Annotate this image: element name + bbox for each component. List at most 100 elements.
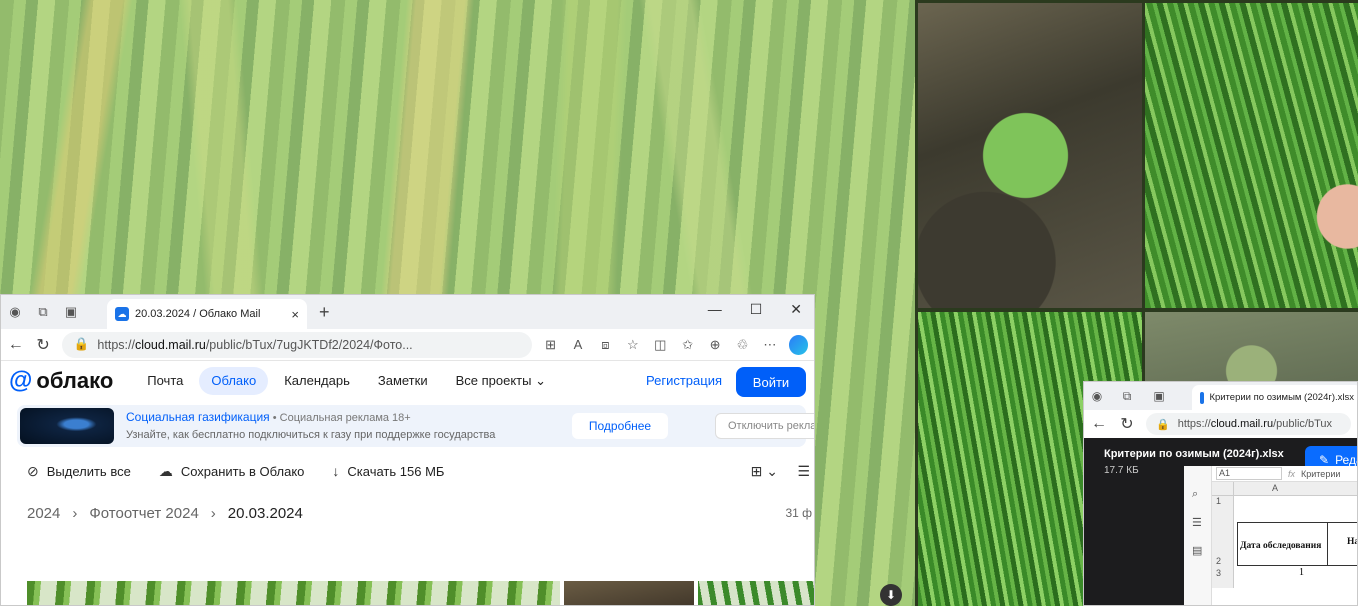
read-aloud-icon[interactable]: A: [569, 337, 586, 352]
tab-actions-icon[interactable]: ▣: [57, 298, 85, 326]
profile-avatar-icon[interactable]: ◉: [1084, 383, 1110, 409]
back-button[interactable]: ←: [7, 336, 24, 354]
file-size: 17.7 КБ: [1104, 465, 1139, 476]
minimize-button[interactable]: —: [708, 301, 722, 318]
lock-icon: 🔒: [1156, 418, 1170, 431]
cloud-upload-icon: ☁: [158, 462, 173, 479]
url-path: /public/bTux/7ugJKTDf2/2024/Фото...: [205, 337, 413, 352]
breadcrumb-current: 20.03.2024: [227, 504, 303, 522]
grid-view-icon[interactable]: ⊞ ⌄: [751, 463, 778, 480]
reload-button-2[interactable]: ↻: [1118, 414, 1136, 434]
thumbnail-strip: [27, 581, 814, 605]
ad-disable-button[interactable]: Отключить рекламу: [715, 413, 814, 439]
login-button[interactable]: Войти: [736, 367, 806, 397]
cloud-favicon-icon: [1200, 391, 1205, 404]
cloud-logo[interactable]: @ облако: [9, 367, 113, 395]
row-header-1[interactable]: 1: [1212, 496, 1234, 508]
save-to-cloud-button[interactable]: ☁ Сохранить в Облако: [159, 463, 305, 480]
ad-description: Узнайте, как бесплатно подключиться к га…: [126, 428, 496, 441]
favorite-star-icon[interactable]: ☆: [624, 337, 641, 353]
formula-bar: A1 fx Критерии: [1212, 466, 1357, 482]
site-nav: Почта Облако Календарь Заметки Все проек…: [135, 367, 558, 395]
file-count: 31 ф: [785, 506, 812, 520]
nav-cloud[interactable]: Облако: [199, 367, 269, 395]
download-all-button[interactable]: ↓ Скачать 156 МБ: [332, 463, 444, 479]
tab-spreadsheet[interactable]: Критерии по озимым (2024г).xlsx: [1192, 385, 1357, 410]
download-icon[interactable]: ⬇: [880, 584, 902, 606]
workspaces-icon[interactable]: ⧉: [1110, 389, 1144, 404]
copilot-icon[interactable]: [788, 334, 808, 355]
search-icon[interactable]: ⌕: [1192, 488, 1198, 501]
extensions-icon[interactable]: ♲: [734, 337, 751, 353]
cell-b2-text: На: [1347, 537, 1358, 547]
url-host-2: cloud.mail.ru: [1210, 418, 1274, 430]
nav-mail[interactable]: Почта: [135, 367, 195, 395]
spreadsheet-preview: ⌕ ☰ ▤ A1 fx Критерии A 1 2 3 Дата обслед…: [1184, 466, 1357, 605]
url-input-2[interactable]: 🔒 https://cloud.mail.ru/public/bTux: [1146, 413, 1351, 435]
fx-icon: fx: [1288, 468, 1296, 479]
nav-notes[interactable]: Заметки: [366, 367, 440, 395]
action-toolbar: ⊘ Выделить все ☁ Сохранить в Облако ↓ Скача…: [1, 451, 814, 491]
thumbnail-3[interactable]: [698, 581, 814, 605]
thumbnail-2[interactable]: [564, 581, 694, 605]
select-all-corner[interactable]: [1212, 482, 1234, 496]
tab-bar: ◉ ⧉ ▣ ☁ 20.03.2024 / Облако Mail × + — ☐…: [1, 295, 814, 329]
logo-text: облако: [36, 368, 114, 393]
chevron-right-icon: ›: [72, 504, 78, 522]
formula-value[interactable]: Критерии: [1301, 469, 1340, 479]
collections-icon[interactable]: ⊕: [706, 337, 723, 353]
comment-icon[interactable]: ☰: [1192, 516, 1202, 529]
favorites-icon[interactable]: ✩: [679, 337, 696, 353]
url-input[interactable]: 🔒 https://cloud.mail.ru/public/bTux/7ugJ…: [61, 331, 532, 358]
breadcrumb-photo-report[interactable]: Фотоотчет 2024: [89, 505, 198, 522]
ad-more-button[interactable]: Подробнее: [572, 413, 668, 439]
browser-window-main: ◉ ⧉ ▣ ☁ 20.03.2024 / Облако Mail × + — ☐…: [0, 294, 815, 606]
thumbnail-1[interactable]: [27, 581, 560, 605]
workspaces-icon[interactable]: ⧉: [29, 298, 57, 326]
download-arrow-icon: ↓: [332, 463, 340, 479]
logo-at: @: [9, 367, 33, 394]
more-menu-icon[interactable]: ⋯: [761, 337, 778, 353]
app-available-icon[interactable]: ⧈: [597, 337, 614, 353]
row-header-2[interactable]: 2: [1212, 508, 1234, 568]
profile-avatar-icon[interactable]: ◉: [1, 298, 29, 326]
nav-calendar[interactable]: Календарь: [272, 367, 362, 395]
cell-a2-text: Дата обследования: [1240, 541, 1322, 551]
row-label-2: 2: [1216, 556, 1222, 566]
immersive-reader-icon[interactable]: ⊞: [542, 337, 559, 353]
file-name: Критерии по озимым (2024г).xlsx: [1104, 448, 1284, 460]
photo-tile-grass-hand[interactable]: [1145, 3, 1358, 308]
register-link[interactable]: Регистрация: [646, 373, 722, 388]
new-tab-button[interactable]: +: [319, 302, 330, 323]
maximize-button[interactable]: ☐: [750, 301, 763, 318]
chevron-right-icon: ›: [210, 504, 216, 522]
tab-actions-icon[interactable]: ▣: [1144, 389, 1174, 403]
cell-a3-text: 1: [1299, 567, 1304, 578]
address-bar-row: ← ↻ 🔒 https://cloud.mail.ru/public/bTux/…: [1, 329, 814, 361]
split-screen-icon[interactable]: ◫: [652, 337, 669, 353]
row-label-3: 3: [1216, 568, 1222, 578]
reload-button[interactable]: ↻: [34, 335, 51, 355]
url-prefix-2: https://: [1177, 418, 1211, 430]
row-header-3[interactable]: 3: [1212, 568, 1234, 588]
tab-title: 20.03.2024 / Облако Mail: [135, 308, 261, 320]
sort-icon[interactable]: ☰: [797, 463, 810, 480]
column-a-header[interactable]: A: [1272, 483, 1278, 493]
tab-cloud-mail[interactable]: ☁ 20.03.2024 / Облако Mail ×: [107, 299, 307, 329]
tab-close-icon[interactable]: ×: [291, 307, 299, 322]
breadcrumb: 2024 › Фотоотчет 2024 › 20.03.2024 31 ф: [1, 491, 814, 535]
tab-title-2: Критерии по озимым (2024г).xlsx: [1209, 392, 1354, 403]
breadcrumb-2024[interactable]: 2024: [27, 505, 60, 522]
select-all-button[interactable]: ⊘ Выделить все: [27, 463, 131, 480]
nav-all-projects[interactable]: Все проекты ⌄: [444, 367, 558, 395]
select-all-label: Выделить все: [46, 463, 131, 479]
back-button-2[interactable]: ←: [1090, 415, 1108, 433]
close-window-button[interactable]: ✕: [790, 301, 802, 318]
check-circle-icon: ⊘: [27, 462, 39, 479]
pencil-icon: ✎: [1319, 453, 1330, 467]
photo-tile-weed[interactable]: [918, 3, 1142, 308]
table-icon[interactable]: ▤: [1192, 544, 1202, 557]
ad-image[interactable]: [20, 408, 114, 444]
ad-title[interactable]: Социальная газификация: [126, 410, 270, 424]
cell-reference[interactable]: A1: [1216, 467, 1282, 480]
